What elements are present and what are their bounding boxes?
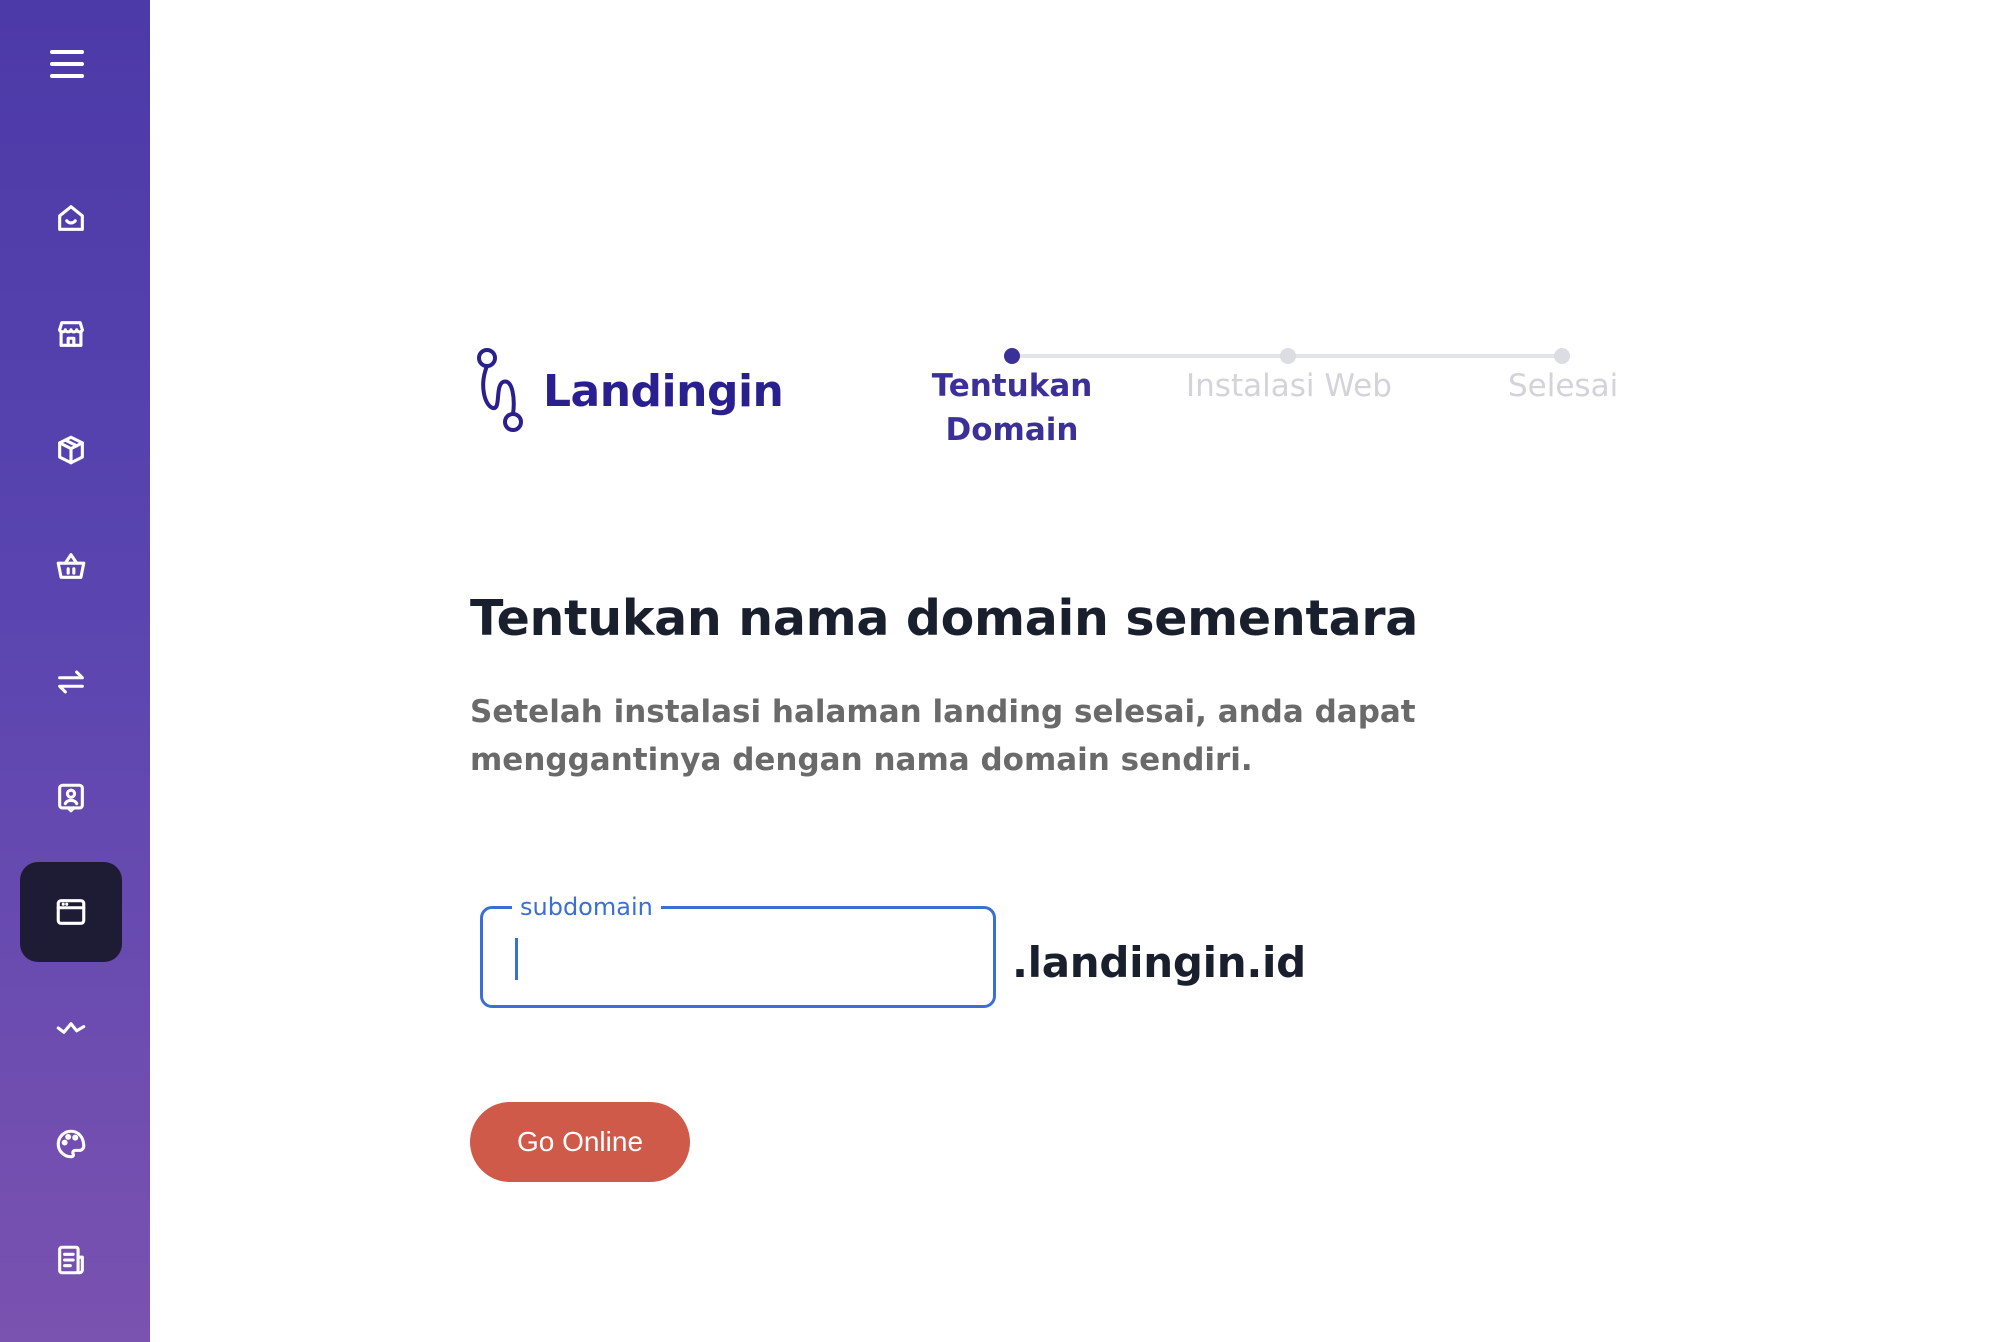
step-dot-2 xyxy=(1280,348,1296,364)
brand-name: Landingin xyxy=(543,365,784,417)
report-icon xyxy=(58,1245,84,1275)
page-subtitle: Setelah instalasi halaman landing selesa… xyxy=(470,694,1416,778)
step-dot-1 xyxy=(1004,348,1020,364)
sidebar xyxy=(0,0,150,1342)
step-label-1: Tentukan Domain xyxy=(931,368,1093,448)
sidebar-item-contacts[interactable] xyxy=(20,748,122,848)
sidebar-item-products[interactable] xyxy=(20,400,122,500)
step-dot-3 xyxy=(1554,348,1570,364)
basket-icon xyxy=(56,553,86,579)
subdomain-label: subdomain xyxy=(512,893,661,921)
subdomain-field[interactable] xyxy=(480,906,996,1008)
hamburger-icon[interactable] xyxy=(50,50,90,84)
store-icon xyxy=(58,321,84,347)
sidebar-item-reports[interactable] xyxy=(20,1210,122,1310)
sidebar-item-analytics[interactable] xyxy=(20,978,122,1078)
contact-icon xyxy=(58,783,84,813)
home-icon xyxy=(58,205,84,231)
sidebar-item-home[interactable] xyxy=(20,168,122,268)
browser-window-icon xyxy=(56,899,86,925)
page-title: Tentukan nama domain sementara xyxy=(470,590,1418,647)
text-cursor xyxy=(515,938,518,980)
sidebar-item-theme[interactable] xyxy=(20,1094,122,1194)
landingin-logo-icon xyxy=(477,348,523,432)
step-label-3: Selesai xyxy=(1508,368,1619,404)
progress-stepper: Tentukan Domain Instalasi Web Selesai xyxy=(930,340,1650,460)
brand-logo: Landingin xyxy=(473,346,784,436)
go-online-button[interactable]: Go Online xyxy=(470,1102,690,1182)
box-icon xyxy=(58,435,84,465)
stepper-line xyxy=(1012,354,1284,358)
sidebar-item-landing-pages[interactable] xyxy=(20,862,122,962)
swap-icon xyxy=(58,670,84,694)
palette-icon xyxy=(56,1129,86,1159)
sidebar-item-transactions[interactable] xyxy=(20,632,122,732)
activity-icon xyxy=(56,1022,86,1034)
sidebar-item-store[interactable] xyxy=(20,284,122,384)
sidebar-item-orders[interactable] xyxy=(20,516,122,616)
stepper-line xyxy=(1292,354,1562,358)
subdomain-input[interactable] xyxy=(483,909,993,1005)
step-label-2: Instalasi Web xyxy=(1186,368,1392,404)
domain-suffix: .landingin.id xyxy=(1012,938,1306,987)
